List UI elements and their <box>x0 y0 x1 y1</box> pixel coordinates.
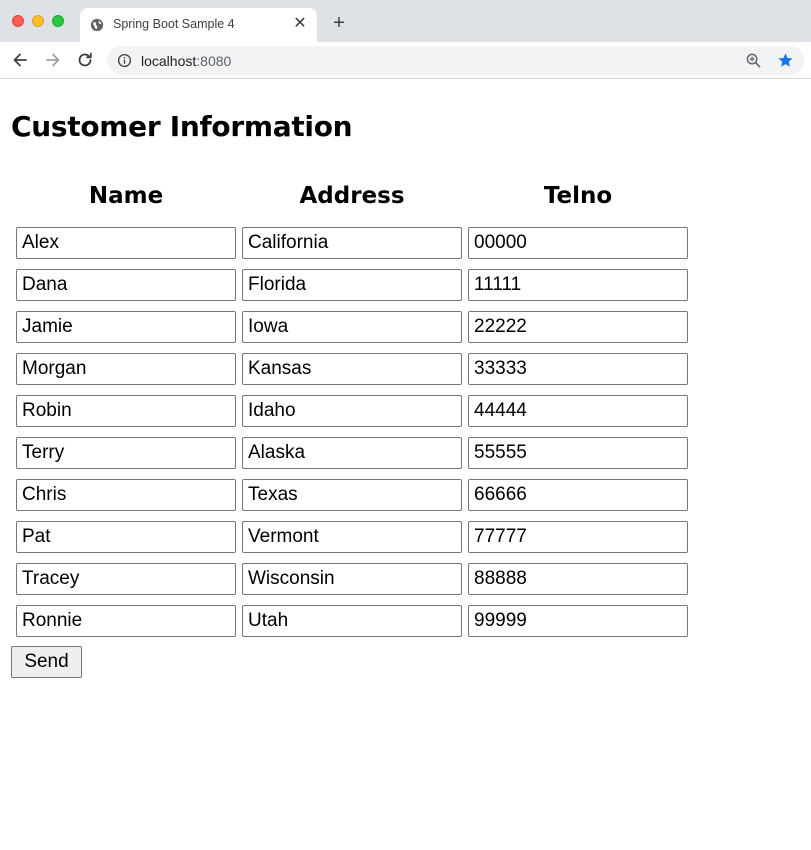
close-window-button[interactable] <box>12 15 24 27</box>
address-input[interactable] <box>242 563 462 595</box>
customer-row <box>16 353 688 395</box>
back-arrow-icon[interactable] <box>10 50 30 70</box>
name-input[interactable] <box>16 563 236 595</box>
name-input[interactable] <box>16 395 236 427</box>
customer-row <box>16 269 688 311</box>
telno-input[interactable] <box>468 269 688 301</box>
telno-input[interactable] <box>468 311 688 343</box>
name-input[interactable] <box>16 605 236 637</box>
column-header-telno: Telno <box>543 183 613 209</box>
tab-close-icon[interactable]: ✕ <box>291 15 309 33</box>
name-input[interactable] <box>16 521 236 553</box>
zoom-icon[interactable] <box>745 52 762 69</box>
name-input[interactable] <box>16 227 236 259</box>
new-tab-button[interactable]: + <box>329 13 349 33</box>
browser-tab[interactable]: Spring Boot Sample 4 ✕ <box>80 8 317 42</box>
address-input[interactable] <box>242 521 462 553</box>
url-host: localhost <box>141 53 197 69</box>
tab-title: Spring Boot Sample 4 <box>113 17 235 31</box>
url-port: :8080 <box>196 53 232 69</box>
customer-row <box>16 479 688 521</box>
address-bar[interactable]: localhost:8080 <box>107 46 804 75</box>
customer-row <box>16 605 688 647</box>
address-input[interactable] <box>242 227 462 259</box>
column-header-address: Address <box>299 183 405 209</box>
telno-input[interactable] <box>468 437 688 469</box>
name-input[interactable] <box>16 479 236 511</box>
address-input[interactable] <box>242 269 462 301</box>
address-input[interactable] <box>242 437 462 469</box>
url-text[interactable]: localhost:8080 <box>141 53 231 69</box>
send-button[interactable]: Send <box>11 646 82 678</box>
customer-row <box>16 227 688 269</box>
customer-row <box>16 395 688 437</box>
address-input[interactable] <box>242 605 462 637</box>
page-title: Customer Information <box>11 110 353 143</box>
minimize-window-button[interactable] <box>32 15 44 27</box>
info-icon[interactable] <box>117 53 132 68</box>
column-header-name: Name <box>88 183 164 209</box>
telno-input[interactable] <box>468 605 688 637</box>
customer-row <box>16 437 688 479</box>
telno-input[interactable] <box>468 563 688 595</box>
customer-table <box>16 227 688 647</box>
telno-input[interactable] <box>468 479 688 511</box>
telno-input[interactable] <box>468 227 688 259</box>
address-input[interactable] <box>242 311 462 343</box>
telno-input[interactable] <box>468 395 688 427</box>
name-input[interactable] <box>16 311 236 343</box>
browser-toolbar: localhost:8080 <box>0 42 811 79</box>
forward-arrow-icon[interactable] <box>43 50 63 70</box>
name-input[interactable] <box>16 353 236 385</box>
address-input[interactable] <box>242 479 462 511</box>
customer-row <box>16 521 688 563</box>
telno-input[interactable] <box>468 521 688 553</box>
address-input[interactable] <box>242 395 462 427</box>
telno-input[interactable] <box>468 353 688 385</box>
browser-tab-bar: Spring Boot Sample 4 ✕ + <box>0 0 811 42</box>
name-input[interactable] <box>16 437 236 469</box>
address-input[interactable] <box>242 353 462 385</box>
maximize-window-button[interactable] <box>52 15 64 27</box>
globe-icon <box>90 18 104 32</box>
customer-row <box>16 563 688 605</box>
name-input[interactable] <box>16 269 236 301</box>
bookmark-star-icon[interactable] <box>777 52 794 69</box>
reload-icon[interactable] <box>75 50 95 70</box>
customer-row <box>16 311 688 353</box>
